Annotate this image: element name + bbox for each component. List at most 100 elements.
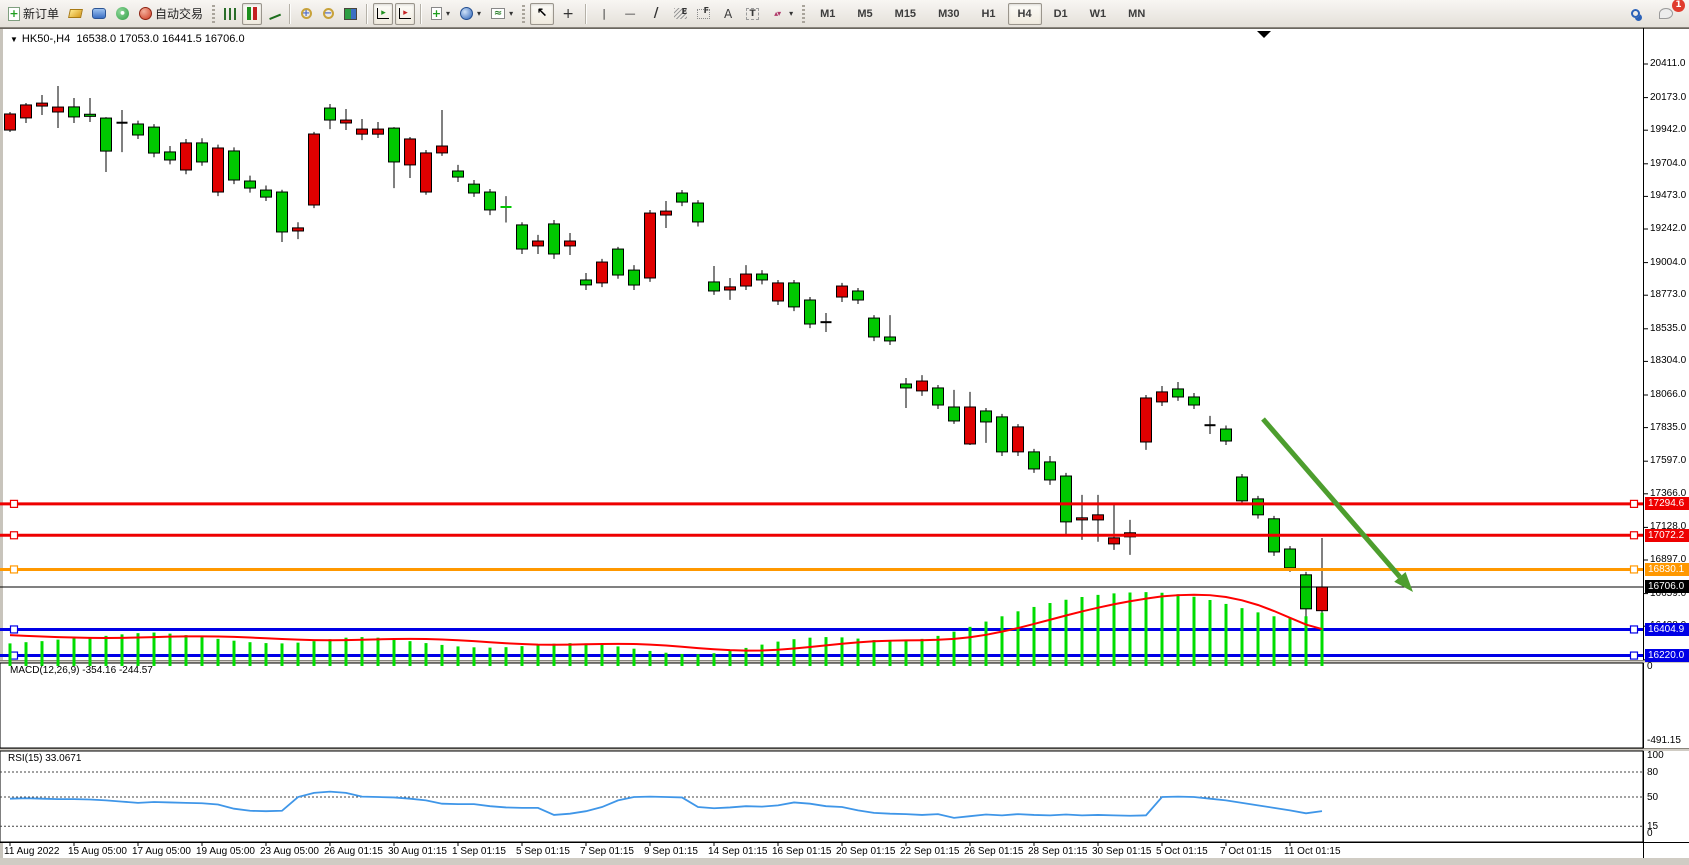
crosshair-button[interactable]: + bbox=[556, 3, 580, 25]
candle-body bbox=[133, 124, 144, 135]
timeframe-m15[interactable]: M15 bbox=[885, 3, 926, 25]
line-handle[interactable] bbox=[1631, 626, 1638, 633]
timeframe-w1-label: W1 bbox=[1084, 6, 1113, 22]
line-handle[interactable] bbox=[11, 500, 18, 507]
candle-body bbox=[341, 120, 352, 123]
price-tick-label: 18066.0 bbox=[1650, 389, 1686, 400]
indicators-button[interactable]: ≈▾ bbox=[487, 3, 517, 25]
price-line-label: 17294.6 bbox=[1645, 497, 1689, 510]
candle-body bbox=[965, 407, 976, 444]
macd-panel[interactable] bbox=[0, 663, 1643, 748]
bar-chart-button[interactable] bbox=[220, 3, 240, 25]
timeframe-m30[interactable]: M30 bbox=[928, 3, 969, 25]
text-label-button[interactable]: A bbox=[716, 3, 740, 25]
candle-body bbox=[1253, 499, 1264, 515]
price-tick-label: 19704.0 bbox=[1650, 158, 1686, 169]
line-handle[interactable] bbox=[1631, 566, 1638, 573]
auto-scroll-icon: ▸ bbox=[399, 8, 411, 19]
date-tick-label: 15 Aug 05:00 bbox=[68, 846, 127, 857]
vertical-line-button[interactable]: | bbox=[592, 3, 616, 25]
line-chart-button[interactable] bbox=[264, 3, 284, 25]
chat-button[interactable]: 1 bbox=[1655, 3, 1677, 25]
auto-scroll-button[interactable]: ▸ bbox=[395, 3, 415, 25]
arrows-button[interactable]: ▴▾▾ bbox=[765, 3, 797, 25]
new-chart-icon: + bbox=[431, 7, 442, 20]
text-box-button[interactable]: T bbox=[742, 3, 763, 25]
zoom-in-icon: + bbox=[301, 8, 312, 19]
line-handle[interactable] bbox=[11, 652, 18, 659]
cursor-button[interactable]: ↖ bbox=[530, 3, 554, 25]
timeframe-m1[interactable]: M1 bbox=[810, 3, 845, 25]
chart-canvas[interactable] bbox=[0, 0, 1689, 865]
candle-body bbox=[917, 381, 928, 391]
candle-body bbox=[981, 411, 992, 422]
candlestick-chart-button[interactable] bbox=[242, 3, 262, 25]
chart-title: ▼HK50-,H4 16538.0 17053.0 16441.5 16706.… bbox=[10, 33, 245, 45]
rsi-axis-label: 80 bbox=[1647, 767, 1658, 778]
candle-body bbox=[293, 228, 304, 231]
timeframe-h4[interactable]: H4 bbox=[1008, 3, 1042, 25]
horizontal-line-button[interactable]: — bbox=[618, 3, 642, 25]
line-handle[interactable] bbox=[11, 532, 18, 539]
timeframe-h4-label: H4 bbox=[1012, 6, 1038, 22]
gold-bar-icon bbox=[68, 9, 83, 18]
candle-body bbox=[389, 128, 400, 162]
rsi-panel[interactable] bbox=[0, 751, 1643, 842]
candle-body bbox=[661, 211, 672, 215]
new-order-button-label: 新订单 bbox=[23, 5, 59, 22]
new-chart-button[interactable]: +▾ bbox=[427, 3, 454, 25]
zoom-in-button[interactable]: + bbox=[296, 3, 316, 25]
line-handle[interactable] bbox=[11, 626, 18, 633]
candle-body bbox=[277, 192, 288, 232]
candle-body bbox=[101, 118, 112, 151]
timeframe-m5[interactable]: M5 bbox=[847, 3, 882, 25]
autotrade-button[interactable]: 自动交易 bbox=[135, 3, 207, 25]
price-line-label: 16830.1 bbox=[1645, 563, 1689, 576]
trendline-button[interactable]: / bbox=[644, 3, 668, 25]
line-handle[interactable] bbox=[1631, 532, 1638, 539]
candle-body bbox=[1189, 397, 1200, 405]
zoom-out-button[interactable]: − bbox=[318, 3, 338, 25]
candle-body bbox=[613, 249, 624, 275]
candles-chart-icon bbox=[246, 7, 258, 20]
line-handle[interactable] bbox=[11, 566, 18, 573]
candle-body bbox=[869, 318, 880, 337]
tile-windows-button[interactable] bbox=[340, 3, 361, 25]
timeframe-d1[interactable]: D1 bbox=[1044, 3, 1078, 25]
fibonacci-button[interactable]: F bbox=[693, 3, 714, 25]
toolbar-separator bbox=[585, 4, 587, 24]
gold-button[interactable] bbox=[65, 3, 86, 25]
candle-body bbox=[197, 143, 208, 162]
signals-button[interactable]: • bbox=[112, 3, 133, 25]
fibonacci-icon: F bbox=[697, 9, 710, 19]
candle-body bbox=[245, 181, 256, 188]
candle-body bbox=[85, 114, 96, 116]
periods-button[interactable]: ▾ bbox=[456, 3, 485, 25]
candle-body bbox=[1157, 392, 1168, 402]
chart-shift-button[interactable]: ▸ bbox=[373, 3, 393, 25]
candle-body bbox=[677, 193, 688, 202]
macd-axis-label: -491.15 bbox=[1647, 735, 1681, 746]
new-order-button[interactable]: +新订单 bbox=[4, 3, 63, 25]
mql-button[interactable] bbox=[88, 3, 110, 25]
clock-icon bbox=[460, 7, 473, 20]
price-tick-label: 19242.0 bbox=[1650, 223, 1686, 234]
search-button[interactable] bbox=[1625, 3, 1645, 25]
line-handle[interactable] bbox=[1631, 652, 1638, 659]
candle-body bbox=[885, 337, 896, 341]
price-tick-label: 18304.0 bbox=[1650, 355, 1686, 366]
line-handle[interactable] bbox=[1631, 500, 1638, 507]
timeframe-h1[interactable]: H1 bbox=[971, 3, 1005, 25]
price-tick-label: 19942.0 bbox=[1650, 124, 1686, 135]
candle-body bbox=[325, 108, 336, 120]
equidistant-channel-button[interactable]: E bbox=[670, 3, 691, 25]
date-tick-label: 9 Sep 01:15 bbox=[644, 846, 698, 857]
chart-plot-area[interactable] bbox=[3, 29, 1643, 660]
chart-title-caret-icon[interactable]: ▼ bbox=[10, 35, 18, 44]
timeframe-w1[interactable]: W1 bbox=[1080, 3, 1117, 25]
indicator-wave-icon: ≈ bbox=[491, 8, 505, 19]
trendline-icon: / bbox=[648, 6, 664, 22]
candle-body bbox=[629, 270, 640, 285]
rsi-axis-label: 0 bbox=[1647, 828, 1653, 839]
timeframe-mn[interactable]: MN bbox=[1118, 3, 1155, 25]
